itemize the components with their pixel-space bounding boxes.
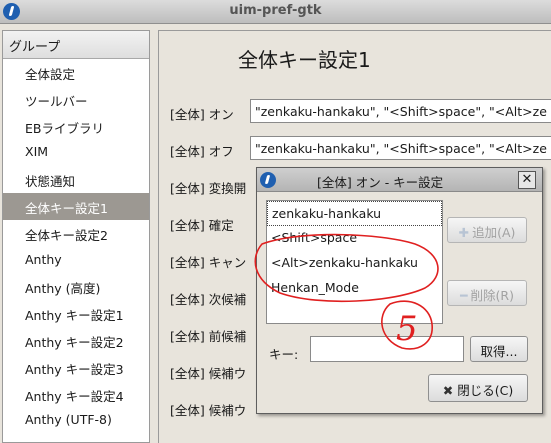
page-title: 全体キー設定1	[238, 48, 371, 72]
group-item[interactable]: XIM	[3, 139, 149, 166]
group-item[interactable]: ツールバー	[3, 86, 149, 113]
close-dialog-button[interactable]: ✖ 閉じる(C)	[428, 374, 528, 402]
key-entry-on[interactable]: "zenkaku-hankaku", "<Shift>space", "<Alt…	[250, 99, 551, 123]
key-row-label: [全体] オフ	[170, 144, 234, 159]
key-list-item[interactable]: <Shift>space	[267, 226, 442, 251]
close-dialog-label: 閉じる(C)	[457, 383, 514, 398]
close-icon: ✖	[442, 383, 454, 398]
add-key-button[interactable]: ✚ 追加(A)	[447, 217, 527, 243]
uim-app-icon	[260, 172, 276, 188]
key-list: zenkaku-hankaku <Shift>space <Alt>zenkak…	[266, 200, 443, 324]
group-item-selected[interactable]: 全体キー設定1	[3, 192, 149, 220]
remove-key-button[interactable]: ━ 削除(R)	[447, 280, 527, 306]
key-row-label: [全体] 変換開	[170, 181, 247, 196]
group-item[interactable]: Anthy キー設定3	[3, 354, 149, 381]
key-list-item[interactable]: Henkan_Mode	[267, 276, 442, 301]
group-item[interactable]: Anthy キー設定2	[3, 327, 149, 354]
key-entry-off[interactable]: "zenkaku-hankaku", "<Shift>space", "<Alt…	[250, 136, 551, 160]
key-row-label: [全体] 候補ウ	[170, 366, 247, 381]
window-titlebar: uim-pref-gtk	[0, 0, 551, 24]
group-list: グループ 全体設定 ツールバー EBライブラリ XIM 状態通知 全体キー設定1…	[2, 30, 150, 443]
group-item[interactable]: Anthy (UTF-8)	[3, 407, 149, 434]
key-row-label: [全体] 候補ウ	[170, 403, 247, 418]
dialog-titlebar: [全体] オン - キー設定 ✕	[257, 168, 542, 192]
group-item[interactable]: Anthy キー設定4	[3, 381, 149, 408]
minus-icon: ━	[460, 288, 468, 303]
key-list-item[interactable]: <Alt>zenkaku-hankaku	[267, 251, 442, 276]
group-item[interactable]: Anthy	[3, 247, 149, 274]
group-item[interactable]: 状態通知	[3, 166, 149, 193]
dialog-title: [全体] オン - キー設定	[317, 175, 444, 190]
key-row-label: [全体] キャン	[170, 255, 247, 270]
key-settings-dialog: [全体] オン - キー設定 ✕ zenkaku-hankaku <Shift>…	[256, 167, 543, 414]
key-row-label: [全体] 前候補	[170, 329, 247, 344]
window-title: uim-pref-gtk	[229, 3, 322, 18]
key-input[interactable]	[310, 336, 464, 362]
group-item[interactable]: 全体キー設定2	[3, 220, 149, 247]
key-field-label: キー:	[269, 347, 299, 362]
capture-key-button[interactable]: 取得...	[470, 336, 528, 362]
dialog-close-icon[interactable]: ✕	[518, 171, 536, 189]
plus-icon: ✚	[458, 225, 470, 240]
group-list-header[interactable]: グループ	[3, 31, 149, 59]
key-list-item[interactable]: zenkaku-hankaku	[267, 201, 442, 226]
remove-key-label: 削除(R)	[470, 288, 514, 303]
group-item[interactable]: EBライブラリ	[3, 113, 149, 140]
key-row-label: [全体] 次候補	[170, 292, 247, 307]
key-row-label: [全体] 確定	[170, 218, 234, 233]
group-item[interactable]: Anthy キー設定1	[3, 300, 149, 327]
add-key-label: 追加(A)	[472, 225, 516, 240]
group-item[interactable]: Anthy (高度)	[3, 273, 149, 300]
group-item[interactable]: 全体設定	[3, 59, 149, 86]
key-row-label: [全体] オン	[170, 107, 234, 122]
